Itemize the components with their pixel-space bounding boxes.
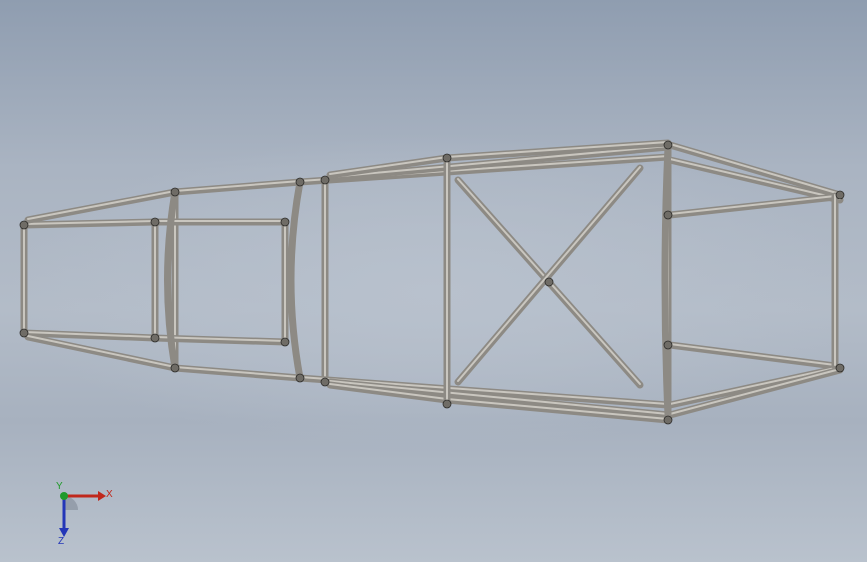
frame-joint[interactable] — [170, 363, 180, 373]
frame-joint[interactable] — [280, 217, 290, 227]
frame-joints — [19, 140, 845, 425]
frame-joint[interactable] — [150, 333, 160, 343]
frame-tube-highlight — [669, 368, 841, 415]
frame-joint[interactable] — [663, 140, 673, 150]
y-axis-dot-icon — [60, 492, 68, 500]
frame-joint[interactable] — [835, 190, 845, 200]
coordinate-triad: X Y Z — [48, 481, 118, 547]
x-axis-arrowhead-icon — [98, 491, 106, 501]
frame-joint[interactable] — [295, 373, 305, 383]
frame-tube-highlight — [669, 195, 836, 215]
frame-tube-highlight — [27, 190, 176, 220]
frame-joint[interactable] — [835, 363, 845, 373]
frame-joint[interactable] — [295, 177, 305, 187]
frame-hoop-tube[interactable] — [661, 146, 672, 416]
frame-joint[interactable] — [544, 277, 554, 287]
frame-joint[interactable] — [19, 220, 29, 230]
frame-joint[interactable] — [150, 217, 160, 227]
frame-tube-highlight — [457, 166, 641, 382]
z-axis-label: Z — [58, 536, 64, 546]
x-axis-label: X — [106, 489, 113, 500]
frame-joint[interactable] — [663, 340, 673, 350]
frame-joint[interactable] — [19, 328, 29, 338]
frame-joint[interactable] — [320, 175, 330, 185]
y-axis-label: Y — [56, 482, 63, 492]
frame-tube-highlight — [329, 380, 669, 415]
frame-joint[interactable] — [170, 187, 180, 197]
frame-joint[interactable] — [280, 337, 290, 347]
frame-joint[interactable] — [320, 377, 330, 387]
frame-hoop-tube[interactable] — [287, 181, 304, 379]
frame-joint[interactable] — [663, 415, 673, 425]
frame-tubes — [20, 139, 844, 424]
chassis-frame-model[interactable] — [0, 0, 867, 562]
frame-joint[interactable] — [442, 399, 452, 409]
frame-joint[interactable] — [663, 210, 673, 220]
frame-tube-highlight — [669, 343, 836, 366]
frame-tube-highlight — [669, 366, 841, 405]
frame-joint[interactable] — [442, 153, 452, 163]
frame-tube-highlight — [669, 158, 841, 200]
graphics-viewport[interactable]: X Y Z — [0, 0, 867, 562]
